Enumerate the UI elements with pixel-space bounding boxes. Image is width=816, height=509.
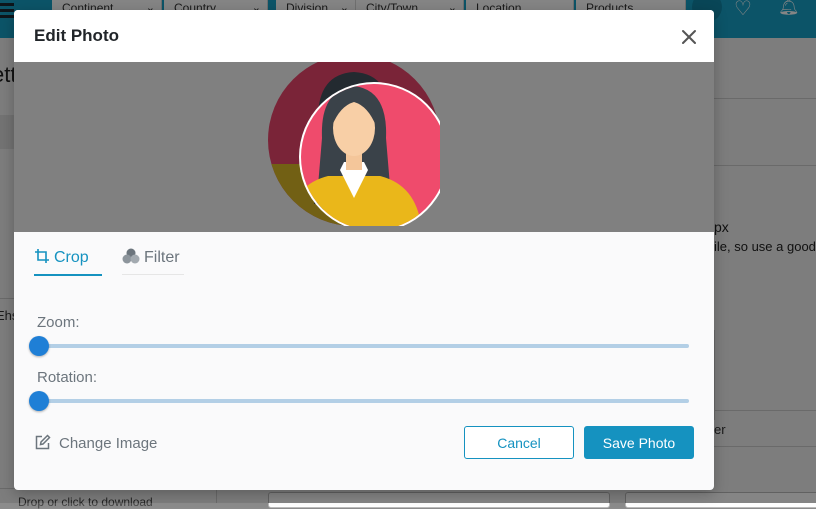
tab-filter[interactable]: Filter [122,246,184,275]
woman-avatar-icon [268,62,449,232]
save-photo-button[interactable]: Save Photo [584,426,694,459]
zoom-slider-handle[interactable] [29,336,49,356]
photo-crop-preview[interactable] [14,62,714,232]
zoom-label: Zoom: [37,314,80,331]
avatar-image [268,62,449,232]
change-image-label: Change Image [59,435,158,452]
close-icon [682,30,696,44]
zoom-slider-track[interactable] [38,344,689,348]
close-button[interactable] [678,26,700,48]
tab-crop[interactable]: Crop [34,246,102,276]
edit-photo-modal: Edit Photo Crop Filter Zoom: Rotation: C… [14,10,714,490]
edit-icon [35,434,51,450]
rotation-slider-handle[interactable] [29,391,49,411]
tab-label: Crop [54,249,89,266]
tab-label: Filter [144,249,180,266]
rotation-label: Rotation: [37,369,98,386]
modal-title: Edit Photo [34,26,119,45]
crop-icon [35,249,49,263]
modal-header: Edit Photo [14,10,714,63]
cancel-button[interactable]: Cancel [464,426,574,459]
rotation-slider-track[interactable] [38,399,689,403]
filter-icon [122,248,140,264]
edit-tabs: Crop Filter [34,246,694,276]
change-image-link[interactable]: Change Image [34,434,157,452]
